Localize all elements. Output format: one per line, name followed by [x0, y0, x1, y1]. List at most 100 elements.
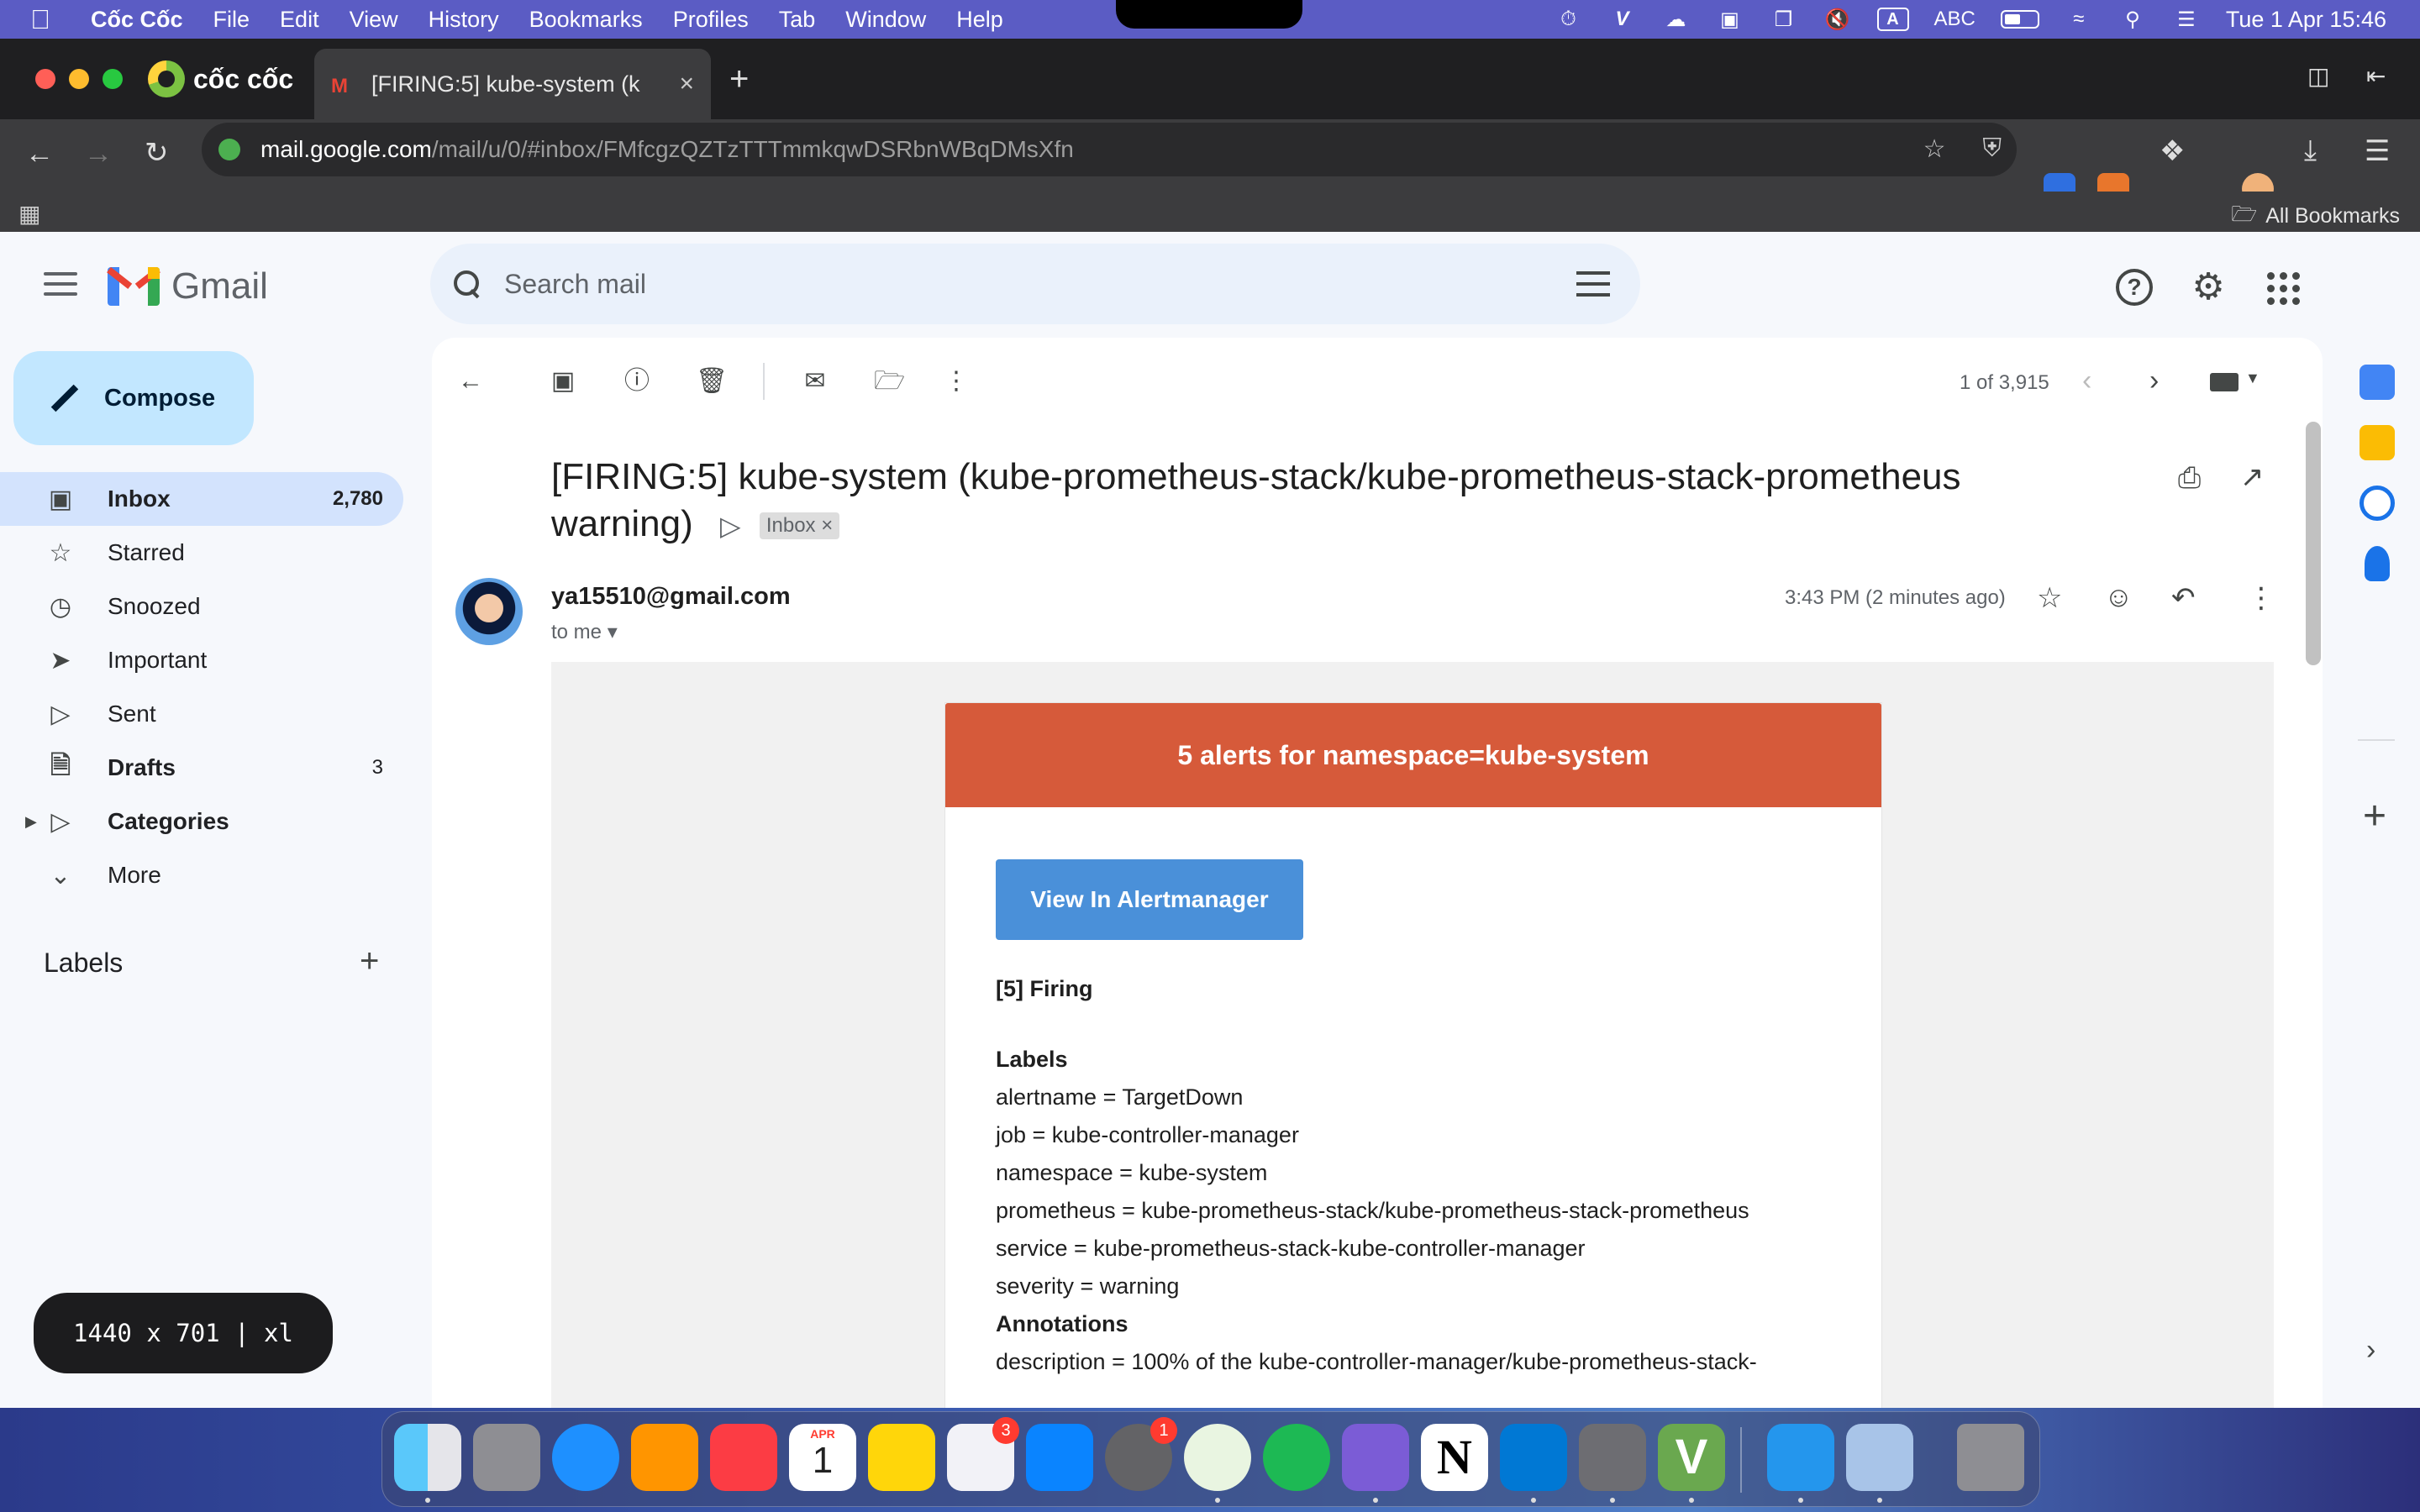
- sender-avatar[interactable]: [455, 578, 523, 645]
- reminders-icon[interactable]: 3: [947, 1417, 1019, 1491]
- contacts-icon[interactable]: [2365, 546, 2390, 581]
- emoji-react-icon[interactable]: ☺: [2104, 581, 2133, 614]
- obsidian-icon[interactable]: [1342, 1424, 1409, 1491]
- app-store-icon[interactable]: [1026, 1424, 1093, 1491]
- safari-icon[interactable]: [552, 1424, 619, 1491]
- back-icon[interactable]: ←: [25, 138, 54, 171]
- menu-window[interactable]: Window: [845, 7, 926, 33]
- wifi-icon[interactable]: ≈: [2065, 8, 2093, 30]
- browser-menu-icon[interactable]: ☰: [2365, 134, 2390, 168]
- open-in-new-window-icon[interactable]: ↗: [2240, 460, 2265, 494]
- important-marker-icon[interactable]: ▷: [720, 502, 741, 549]
- zoom-window-button[interactable]: [103, 69, 123, 89]
- menu-file[interactable]: File: [213, 7, 250, 33]
- keep-icon[interactable]: [2360, 425, 2395, 460]
- vscode-icon[interactable]: [1500, 1424, 1567, 1491]
- print-icon[interactable]: ⎙: [2178, 462, 2201, 495]
- menu-help[interactable]: Help: [956, 7, 1003, 33]
- new-tab-button[interactable]: +: [729, 60, 749, 98]
- window-manager-icon[interactable]: ❐: [1770, 8, 1798, 31]
- sidebar-item-snoozed[interactable]: ◷ Snoozed: [0, 580, 403, 633]
- books-icon[interactable]: [631, 1424, 698, 1491]
- star-message-icon[interactable]: ☆: [2037, 581, 2062, 615]
- sidebar-item-important[interactable]: ➤ Important: [0, 633, 403, 687]
- menu-history[interactable]: History: [429, 7, 499, 33]
- expand-caret-icon[interactable]: ▶: [25, 813, 37, 831]
- calendar-icon[interactable]: [2360, 365, 2395, 400]
- calendar-app-icon[interactable]: APR 1: [789, 1424, 856, 1491]
- menu-clock[interactable]: Tue 1 Apr 15:46: [2226, 7, 2386, 33]
- mute-icon[interactable]: 🔇: [1823, 8, 1852, 31]
- timer-icon[interactable]: ⏱: [1555, 8, 1583, 30]
- battery-icon[interactable]: [2000, 10, 2039, 29]
- address-bar[interactable]: mail.google.com/mail/u/0/#inbox/FMfcgzQZ…: [202, 123, 2017, 176]
- get-addons-icon[interactable]: +: [2363, 793, 2386, 839]
- menu-bookmarks[interactable]: Bookmarks: [529, 7, 643, 33]
- newer-icon[interactable]: ‹: [2082, 365, 2091, 397]
- input-source-icon[interactable]: A: [1876, 8, 1909, 31]
- inbox-label-chip[interactable]: Inbox ×: [759, 512, 840, 540]
- menu-app-name[interactable]: Cốc Cốc: [91, 7, 183, 33]
- extensions-puzzle-icon[interactable]: ❖: [2160, 134, 2185, 168]
- control-center-icon[interactable]: ☰: [2172, 8, 2201, 31]
- preview-icon[interactable]: [1846, 1424, 1913, 1491]
- sidebar-toggle-icon[interactable]: ⇤: [2366, 62, 2386, 90]
- search-bar[interactable]: Search mail: [430, 244, 1640, 324]
- download-icon[interactable]: ⤓: [2304, 134, 2317, 167]
- spotlight-search-icon[interactable]: ⚲: [2118, 8, 2147, 31]
- apps-grid-icon[interactable]: ▦: [18, 200, 40, 228]
- sidebar-item-starred[interactable]: ☆ Starred: [0, 526, 403, 580]
- sidebar-item-sent[interactable]: ▷ Sent: [0, 687, 403, 741]
- input-source-label[interactable]: ABC: [1934, 8, 1975, 31]
- menu-profiles[interactable]: Profiles: [673, 7, 749, 33]
- menu-view[interactable]: View: [350, 7, 398, 33]
- docker-icon[interactable]: [1767, 1424, 1834, 1491]
- sender-email[interactable]: ya15510@gmail.com: [551, 583, 791, 611]
- all-bookmarks-button[interactable]: 🗁 All Bookmarks: [2231, 198, 2400, 234]
- spotify-icon[interactable]: [1263, 1424, 1330, 1491]
- move-to-icon[interactable]: 🗁: [874, 366, 905, 396]
- gmail-logo[interactable]: Gmail: [107, 265, 268, 307]
- show-side-panel-icon[interactable]: ›: [2366, 1334, 2375, 1367]
- archive-icon[interactable]: ▣: [548, 366, 578, 396]
- report-spam-icon[interactable]: ⓘ: [622, 366, 652, 396]
- notes-icon[interactable]: [868, 1424, 935, 1491]
- view-in-alertmanager-button[interactable]: View In Alertmanager: [996, 859, 1303, 940]
- google-apps-icon[interactable]: [2264, 269, 2301, 306]
- coccoc-browser-icon[interactable]: [1184, 1424, 1251, 1491]
- minimize-window-button[interactable]: [69, 69, 89, 89]
- vim-icon[interactable]: V: [1658, 1424, 1725, 1491]
- launchpad-icon[interactable]: [473, 1424, 540, 1491]
- cast-icon[interactable]: ◫: [2307, 62, 2329, 90]
- postman-icon[interactable]: [1579, 1424, 1646, 1491]
- menu-edit[interactable]: Edit: [280, 7, 319, 33]
- search-input[interactable]: Search mail: [504, 269, 646, 300]
- music-icon[interactable]: [710, 1424, 777, 1491]
- input-tools-icon[interactable]: [2210, 373, 2238, 391]
- search-options-icon[interactable]: [1576, 267, 1610, 301]
- display-icon[interactable]: ▣: [1716, 8, 1744, 31]
- tab-gmail-alert[interactable]: M [FIRING:5] kube-system (k ×: [314, 49, 711, 119]
- create-label-icon[interactable]: +: [360, 942, 379, 980]
- more-options-icon[interactable]: ⋮: [941, 366, 971, 396]
- coccoc-home-tab[interactable]: cốc cốc: [148, 59, 293, 99]
- main-menu-icon[interactable]: [44, 272, 77, 296]
- search-icon[interactable]: [452, 269, 482, 299]
- notion-icon[interactable]: N: [1421, 1424, 1488, 1491]
- trash-icon[interactable]: [1957, 1424, 2024, 1491]
- sidebar-item-inbox[interactable]: ▣ Inbox 2,780: [0, 472, 403, 526]
- apple-menu-icon[interactable]: : [30, 4, 60, 35]
- input-tools-dropdown-icon[interactable]: ▼: [2245, 370, 2260, 387]
- gear-icon[interactable]: ⚙: [2190, 269, 2227, 306]
- system-settings-icon[interactable]: 1: [1105, 1417, 1177, 1491]
- sidebar-item-drafts[interactable]: 🗎 Drafts 3: [0, 741, 403, 795]
- mark-unread-icon[interactable]: ✉: [800, 366, 830, 396]
- recipients-toggle[interactable]: to me ▾: [551, 620, 618, 644]
- delete-icon[interactable]: 🗑: [696, 366, 728, 396]
- message-more-icon[interactable]: ⋮: [2247, 581, 2275, 615]
- tab-close-icon[interactable]: ×: [679, 70, 694, 98]
- tasks-icon[interactable]: [2360, 486, 2395, 521]
- sidebar-item-categories[interactable]: ▶ ▷ Categories: [0, 795, 403, 848]
- bookmark-star-icon[interactable]: ☆: [1923, 134, 1946, 164]
- menu-tab[interactable]: Tab: [779, 7, 816, 33]
